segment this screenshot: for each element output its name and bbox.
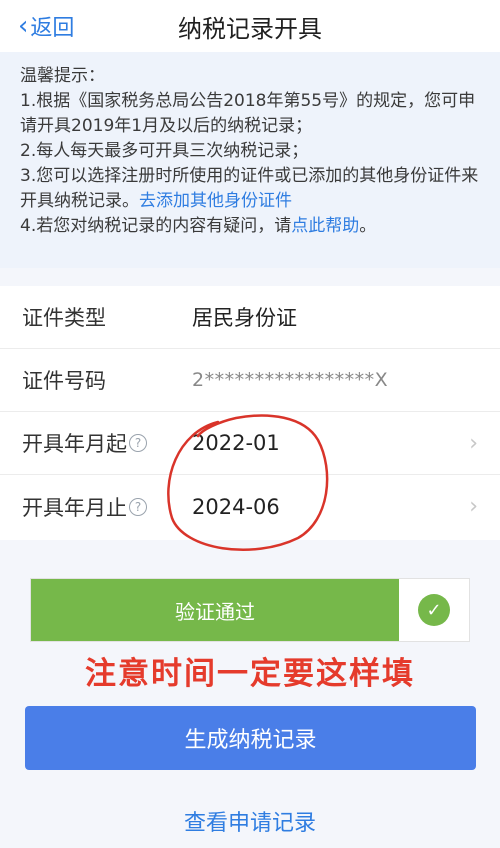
tips-line-4: 4.若您对纳税记录的内容有疑问，请点此帮助。	[20, 214, 482, 239]
chevron-right-icon: ›	[469, 430, 478, 456]
question-icon[interactable]: ?	[129, 434, 147, 452]
end-month-row[interactable]: 开具年月止 ? 2024-06 ›	[0, 475, 500, 538]
tips-line-3: 3.您可以选择注册时所使用的证件或已添加的其他身份证件来开具纳税记录。去添加其他…	[20, 164, 482, 214]
tips-heading: 温馨提示：	[20, 66, 105, 86]
chevron-right-icon: ›	[469, 494, 478, 519]
back-label: 返回	[30, 16, 75, 41]
id-type-row[interactable]: 证件类型 居民身份证	[0, 286, 500, 349]
id-type-label: 证件类型	[22, 306, 106, 330]
start-month-value: 2022-01	[192, 431, 280, 455]
tips-line-2: 2.每人每天最多可开具三次纳税记录；	[20, 141, 309, 161]
start-month-label: 开具年月起	[22, 432, 127, 456]
nav-header: ‹ 返回 纳税记录开具	[0, 0, 500, 52]
tips-line-4-text: 4.若您对纳税记录的内容有疑问，请	[20, 216, 292, 236]
end-month-label-wrap: 开具年月止 ?	[22, 492, 147, 522]
start-month-label-wrap: 开具年月起 ?	[22, 428, 147, 458]
id-type-value: 居民身份证	[192, 306, 297, 330]
verify-status: 验证通过 ✓	[30, 578, 470, 642]
verify-passed-button[interactable]: 验证通过	[31, 579, 399, 641]
start-month-row[interactable]: 开具年月起 ? 2022-01 ›	[0, 412, 500, 475]
add-other-id-link[interactable]: 去添加其他身份证件	[139, 191, 292, 211]
chevron-left-icon: ‹	[18, 11, 29, 41]
view-records-link[interactable]: 查看申请记录	[0, 805, 500, 837]
end-month-label: 开具年月止	[22, 495, 127, 520]
record-form: 证件类型 居民身份证 证件号码 2*****************X 开具年月…	[0, 286, 500, 540]
page-title: 纳税记录开具	[178, 14, 322, 43]
tips-line-4-end: 。	[359, 216, 377, 236]
handwritten-notice: 注意时间一定要这样填	[85, 656, 415, 692]
question-icon[interactable]: ?	[129, 497, 147, 516]
id-number-label: 证件号码	[22, 369, 106, 393]
verify-check-area: ✓	[399, 579, 469, 641]
check-circle-icon: ✓	[418, 594, 450, 626]
tips-line-1: 1.根据《国家税务总局公告2018年第55号》的规定，您可申请开具2019年1月…	[20, 91, 476, 136]
tips-panel: 温馨提示： 1.根据《国家税务总局公告2018年第55号》的规定，您可申请开具2…	[0, 52, 500, 268]
back-button[interactable]: ‹ 返回	[18, 0, 74, 52]
id-number-value: 2*****************X	[192, 369, 389, 391]
page: ‹ 返回 纳税记录开具 温馨提示： 1.根据《国家税务总局公告2018年第55号…	[0, 0, 500, 848]
id-number-row: 证件号码 2*****************X	[0, 349, 500, 412]
end-month-value: 2024-06	[192, 494, 280, 519]
generate-record-button[interactable]: 生成纳税记录	[25, 706, 476, 770]
help-link[interactable]: 点此帮助	[291, 216, 359, 236]
